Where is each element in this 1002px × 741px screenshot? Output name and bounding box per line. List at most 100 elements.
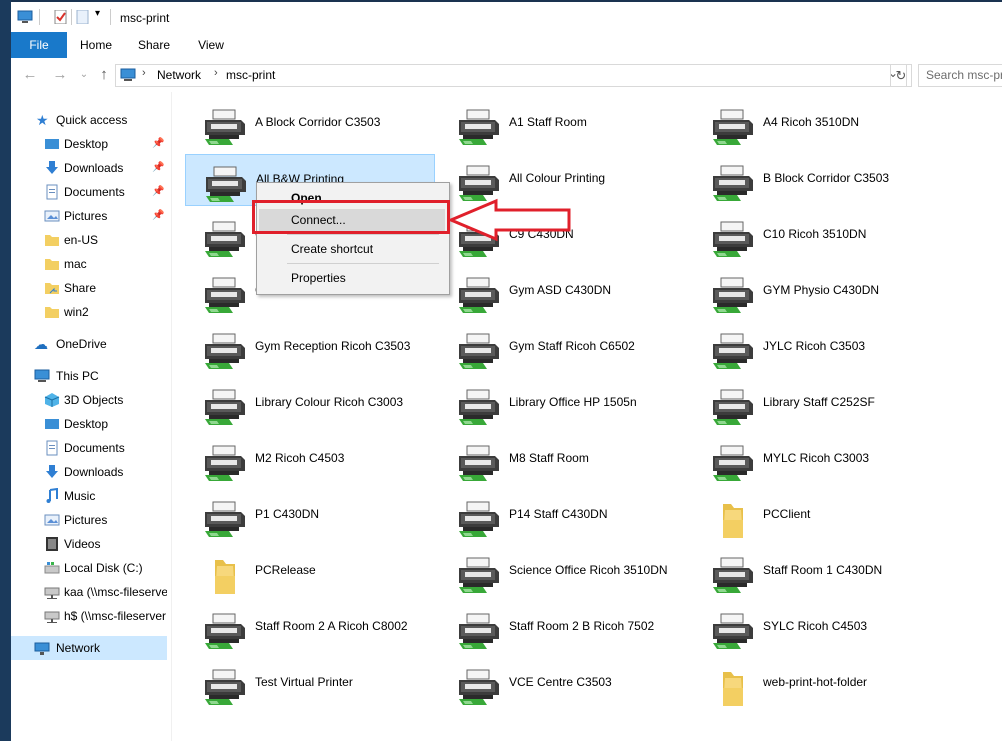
nav-quick-access-item[interactable]: Pictures 📌	[11, 204, 167, 228]
nav-this-pc-item[interactable]: Music	[11, 484, 167, 508]
nav-quick-access-item[interactable]: Downloads 📌	[11, 156, 167, 180]
pin-icon[interactable]: 📌	[152, 156, 164, 180]
menu-item-create-shortcut[interactable]: Create shortcut	[259, 238, 445, 260]
network-printer-icon	[459, 389, 499, 425]
network-printer-icon	[459, 445, 499, 481]
properties-icon[interactable]	[53, 10, 69, 24]
recent-locations-chevron-icon[interactable]: ⌄	[73, 65, 95, 85]
search-input[interactable]: Search msc-print	[918, 64, 1002, 87]
nav-this-pc-item[interactable]: Videos	[11, 532, 167, 556]
printer-item[interactable]: A4 Ricoh 3510DN	[693, 98, 943, 150]
nav-this-pc-item[interactable]: Local Disk (C:)	[11, 556, 167, 580]
breadcrumb-msc-print[interactable]: msc-print	[226, 68, 275, 82]
nav-label: Documents	[64, 185, 125, 199]
network-printer-icon	[459, 613, 499, 649]
menu-item-properties[interactable]: Properties	[259, 267, 445, 289]
nav-quick-access-item[interactable]: en-US	[11, 228, 167, 252]
network-printer-icon	[459, 333, 499, 369]
item-label: P14 Staff C430DN	[509, 507, 608, 521]
nav-onedrive[interactable]: ☁ OneDrive	[11, 332, 167, 356]
nav-label: This PC	[56, 369, 99, 383]
computer-icon	[34, 369, 50, 382]
share-folder-icon	[45, 283, 59, 294]
tab-share[interactable]: Share	[135, 32, 173, 58]
nav-quick-access-item[interactable]: Share	[11, 276, 167, 300]
nav-this-pc-item[interactable]: Downloads	[11, 460, 167, 484]
item-label: JYLC Ricoh C3503	[763, 339, 866, 353]
nav-quick-access-item[interactable]: win2	[11, 300, 167, 324]
nav-quick-access-item[interactable]: mac	[11, 252, 167, 276]
printer-item[interactable]: Library Office HP 1505n	[439, 378, 689, 430]
nav-this-pc[interactable]: This PC	[11, 364, 167, 388]
nav-this-pc-item[interactable]: Desktop	[11, 412, 167, 436]
printer-item[interactable]: Gym ASD C430DN	[439, 266, 689, 318]
nav-label: Share	[64, 281, 97, 295]
refresh-icon[interactable]: ↻	[890, 64, 912, 87]
tab-home[interactable]: Home	[77, 32, 115, 58]
computer-icon[interactable]	[17, 10, 33, 24]
printer-item[interactable]: A Block Corridor C3503	[185, 98, 435, 150]
nav-quick-access-item[interactable]: Documents 📌	[11, 180, 167, 204]
nav-this-pc-item[interactable]: h$ (\\msc-fileserver	[11, 604, 167, 628]
printer-item[interactable]: JYLC Ricoh C3503	[693, 322, 943, 374]
printer-item[interactable]: Gym Staff Ricoh C6502	[439, 322, 689, 374]
new-folder-icon[interactable]	[75, 10, 91, 24]
toolbar-divider	[71, 9, 72, 25]
network-printer-icon	[205, 501, 245, 537]
folder-item[interactable]: web-print-hot-folder	[693, 658, 943, 710]
printer-item[interactable]: GYM Physio C430DN	[693, 266, 943, 318]
printer-item[interactable]: P14 Staff C430DN	[439, 490, 689, 542]
nav-label: h$ (\\msc-fileserver	[64, 609, 167, 623]
printer-item[interactable]: C10 Ricoh 3510DN	[693, 210, 943, 262]
nav-quick-access-item[interactable]: Desktop 📌	[11, 132, 167, 156]
network-icon	[34, 642, 50, 655]
pin-icon[interactable]: 📌	[152, 180, 164, 204]
menu-label: Create shortcut	[291, 242, 374, 256]
nav-this-pc-item[interactable]: Pictures	[11, 508, 167, 532]
printer-item[interactable]: Staff Room 2 A Ricoh C8002	[185, 602, 435, 654]
breadcrumb-network[interactable]: Network	[157, 68, 201, 82]
nav-label: Downloads	[64, 465, 124, 479]
forward-arrow-icon[interactable]: →	[49, 65, 71, 85]
printer-item[interactable]: Staff Room 1 C430DN	[693, 546, 943, 598]
desktop-background	[0, 0, 11, 741]
printer-item[interactable]: MYLC Ricoh C3003	[693, 434, 943, 486]
printer-item[interactable]: SYLC Ricoh C4503	[693, 602, 943, 654]
nav-network[interactable]: Network	[11, 636, 167, 660]
ribbon-tabs: File Home Share View	[11, 32, 1002, 59]
address-bar[interactable]: › Network › msc-print ⌄	[115, 64, 907, 87]
nav-this-pc-item[interactable]: 3D Objects	[11, 388, 167, 412]
local-disk-icon	[44, 562, 60, 574]
tab-view[interactable]: View	[193, 32, 229, 58]
printer-item[interactable]: M8 Staff Room	[439, 434, 689, 486]
nav-this-pc-item[interactable]: Documents	[11, 436, 167, 460]
printer-item[interactable]: M2 Ricoh C4503	[185, 434, 435, 486]
printer-item[interactable]: VCE Centre C3503	[439, 658, 689, 710]
back-arrow-icon[interactable]: ←	[19, 65, 41, 85]
printer-item[interactable]: P1 C430DN	[185, 490, 435, 542]
tab-file[interactable]: File	[11, 32, 67, 58]
nav-label: Documents	[64, 441, 125, 455]
nav-quick-access[interactable]: ★ Quick access	[11, 108, 167, 132]
folder-item[interactable]: PCClient	[693, 490, 943, 542]
nav-this-pc-item[interactable]: kaa (\\msc-fileserver	[11, 580, 167, 604]
item-label: Gym Staff Ricoh C6502	[509, 339, 635, 353]
folder-icon	[723, 672, 743, 706]
printer-item[interactable]: A1 Staff Room	[439, 98, 689, 150]
printer-item[interactable]: Library Colour Ricoh C3003	[185, 378, 435, 430]
pin-icon[interactable]: 📌	[152, 132, 164, 156]
folder-item[interactable]: PCRelease	[185, 546, 435, 598]
printer-item[interactable]: Library Staff C252SF	[693, 378, 943, 430]
pin-icon[interactable]: 📌	[152, 204, 164, 228]
printer-item[interactable]: Gym Reception Ricoh C3503	[185, 322, 435, 374]
network-printer-icon	[713, 165, 753, 201]
videos-icon	[46, 537, 58, 551]
printer-item[interactable]: Staff Room 2 B Ricoh 7502	[439, 602, 689, 654]
item-label: M2 Ricoh C4503	[255, 451, 345, 465]
pictures-icon	[44, 514, 60, 526]
up-arrow-icon[interactable]: ↑	[93, 65, 115, 85]
printer-item[interactable]: B Block Corridor C3503	[693, 154, 943, 206]
printer-item[interactable]: Science Office Ricoh 3510DN	[439, 546, 689, 598]
customize-toolbar-chevron-icon[interactable]: ▾	[95, 8, 100, 19]
printer-item[interactable]: Test Virtual Printer	[185, 658, 435, 710]
